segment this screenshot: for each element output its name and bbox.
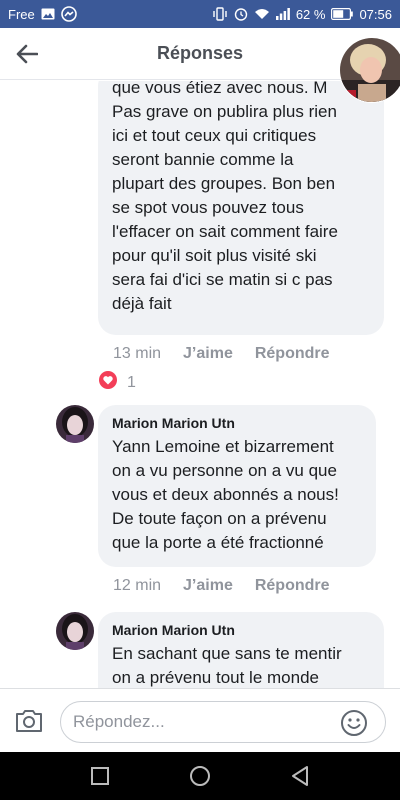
clock: 07:56 — [359, 6, 392, 22]
reaction-count: 1 — [127, 373, 136, 391]
emoji-button[interactable] — [340, 709, 368, 737]
recents-button[interactable] — [88, 764, 112, 788]
comment-text-line: se spot vous pouvez tous — [112, 198, 304, 217]
comment-text-line: on a prévenu tout le monde — [112, 668, 319, 687]
comment-text-line: Pas grave on publira plus rien — [112, 102, 337, 121]
wifi-icon — [254, 8, 270, 20]
system-nav-bar — [0, 752, 400, 800]
comment-bubble: Marion Marion Utn En sachant que sans te… — [98, 612, 384, 688]
comment-text-line: Yann Lemoine et bizarrement — [112, 437, 334, 456]
comment-text-line: sera fai d'ici se matin si c pas — [112, 270, 333, 289]
reply-button[interactable]: Répondre — [255, 577, 330, 595]
avatar[interactable] — [56, 405, 94, 443]
comment-time: 13 min — [113, 345, 162, 362]
comment-text-line: déjà fait — [112, 294, 172, 313]
comment-meta: 12 min J’aime Répondre — [113, 577, 352, 595]
battery-percent: 62 % — [295, 6, 326, 22]
camera-icon — [16, 710, 42, 732]
status-bar: Free 62 % 07:56 — [0, 0, 400, 28]
circle-icon — [190, 766, 210, 786]
triangle-back-icon — [292, 766, 308, 786]
image-icon — [41, 8, 55, 20]
comment-text-line: on a vu personne on a vu que — [112, 461, 337, 480]
vibrate-icon — [212, 7, 228, 21]
comment-text-line: seront bannie comme la — [112, 150, 294, 169]
comment-bubble: que vous étiez avec nous. M Pas grave on… — [98, 81, 384, 335]
battery-icon — [331, 8, 354, 20]
comment-text-line: l'effacer on sait comment faire — [112, 222, 338, 241]
comment-text-line: plupart des groupes. Bon ben — [112, 174, 336, 193]
avatar[interactable] — [56, 612, 94, 650]
comment-text-line: que vous étiez avec nous. M — [112, 81, 328, 97]
comment-time: 12 min — [113, 577, 162, 594]
comment-text-line: que la porte a été fractionné — [112, 533, 324, 552]
comment-bubble: Marion Marion Utn Yann Lemoine et bizarr… — [98, 405, 376, 567]
comment-meta: 13 min J’aime Répondre — [113, 345, 352, 363]
comment-author[interactable]: Marion Marion Utn — [112, 413, 362, 433]
comment-text-line: vous et deux abonnés a nous! — [112, 485, 339, 504]
comment-author[interactable]: Marion Marion Utn — [112, 620, 370, 640]
like-button[interactable]: J’aime — [183, 577, 233, 595]
comment-text-line: ici et tout ceux qui critiques — [112, 126, 317, 145]
comment-text-line: De toute façon on a prévenu — [112, 509, 327, 528]
love-reaction-icon — [99, 371, 117, 394]
camera-button[interactable] — [14, 708, 46, 736]
reply-input[interactable] — [60, 701, 386, 743]
reply-button[interactable]: Répondre — [255, 345, 330, 363]
comment-thread[interactable]: que vous étiez avec nous. M Pas grave on… — [0, 81, 400, 688]
comment-text-line: En sachant que sans te mentir — [112, 644, 342, 663]
alarm-icon — [234, 7, 248, 21]
signal-icon — [275, 8, 290, 20]
reaction-summary[interactable]: 1 — [99, 371, 136, 394]
carrier-label: Free — [8, 6, 35, 22]
back-nav-button[interactable] — [288, 764, 312, 788]
home-button[interactable] — [188, 764, 212, 788]
comment-text-line: pour qu'il soit plus visité ski — [112, 246, 317, 265]
square-icon — [91, 767, 109, 785]
chat-head-avatar[interactable] — [338, 34, 400, 106]
like-button[interactable]: J’aime — [183, 345, 233, 363]
reply-composer — [0, 688, 400, 752]
messenger-icon — [60, 6, 77, 22]
smiley-icon — [341, 710, 367, 736]
